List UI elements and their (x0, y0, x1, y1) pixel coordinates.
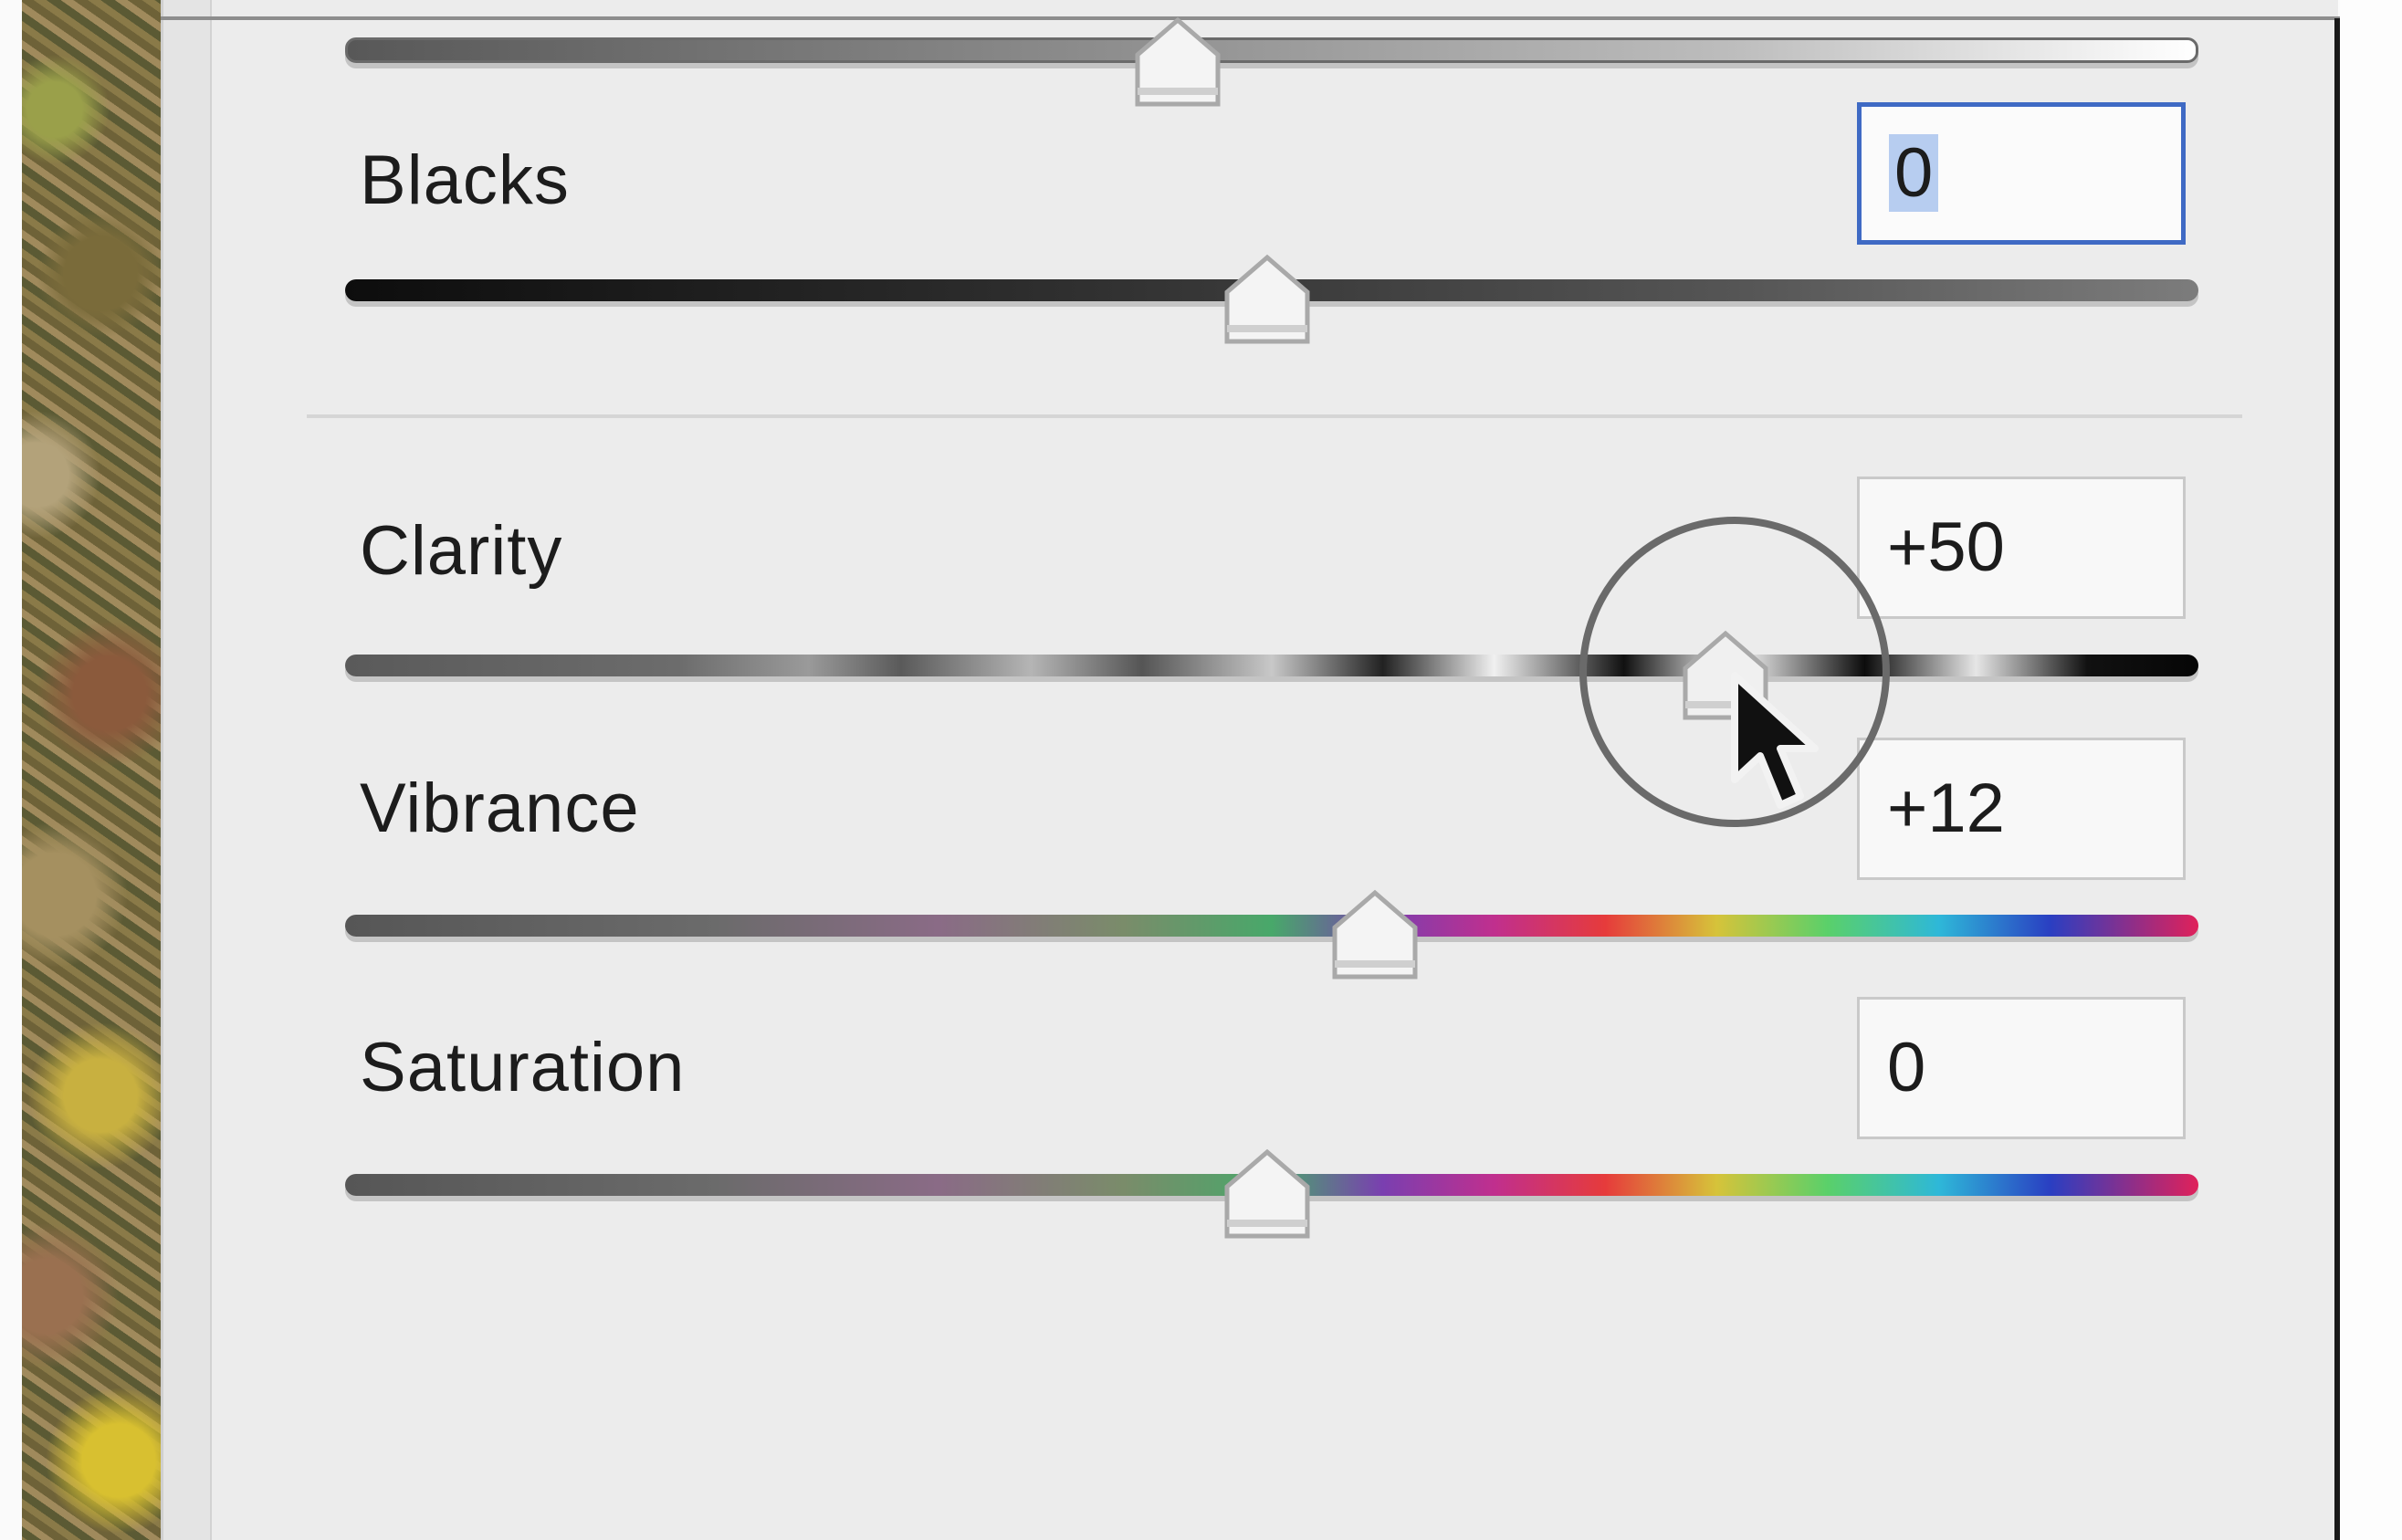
saturation-value-input[interactable]: 0 (1857, 997, 2186, 1139)
blacks-value-text: 0 (1889, 134, 1939, 212)
photo-preview-strip (0, 0, 161, 1540)
vibrance-value-input[interactable]: +12 (1857, 738, 2186, 880)
clarity-value-input[interactable]: +50 (1857, 477, 2186, 619)
blacks-value-input[interactable]: 0 (1857, 102, 2186, 245)
slider-thumb-icon (1224, 254, 1310, 344)
blacks-label: Blacks (360, 141, 570, 219)
clarity-slider-track[interactable] (345, 655, 2198, 676)
clarity-label: Clarity (360, 512, 563, 590)
saturation-slider-thumb[interactable] (1220, 1147, 1315, 1241)
slider-track-top[interactable] (345, 37, 2198, 63)
vibrance-slider-track[interactable] (345, 915, 2198, 937)
arrow-pointer-icon (1725, 672, 1835, 818)
right-margin (2340, 0, 2402, 1540)
panel-gutter (161, 0, 212, 1540)
window-edge (0, 0, 22, 1540)
panel-top-border (161, 16, 2343, 20)
slider-thumb-icon (1224, 1148, 1310, 1239)
slider-thumb-top[interactable] (1130, 15, 1225, 110)
blacks-slider-thumb[interactable] (1220, 252, 1315, 347)
slider-thumb-icon (1332, 889, 1418, 980)
saturation-label: Saturation (360, 1029, 686, 1106)
panel-right-border (2334, 18, 2340, 1540)
vibrance-label: Vibrance (360, 770, 640, 847)
section-divider (307, 414, 2242, 418)
slider-thumb-icon (1135, 16, 1221, 107)
vibrance-slider-thumb[interactable] (1327, 887, 1422, 982)
